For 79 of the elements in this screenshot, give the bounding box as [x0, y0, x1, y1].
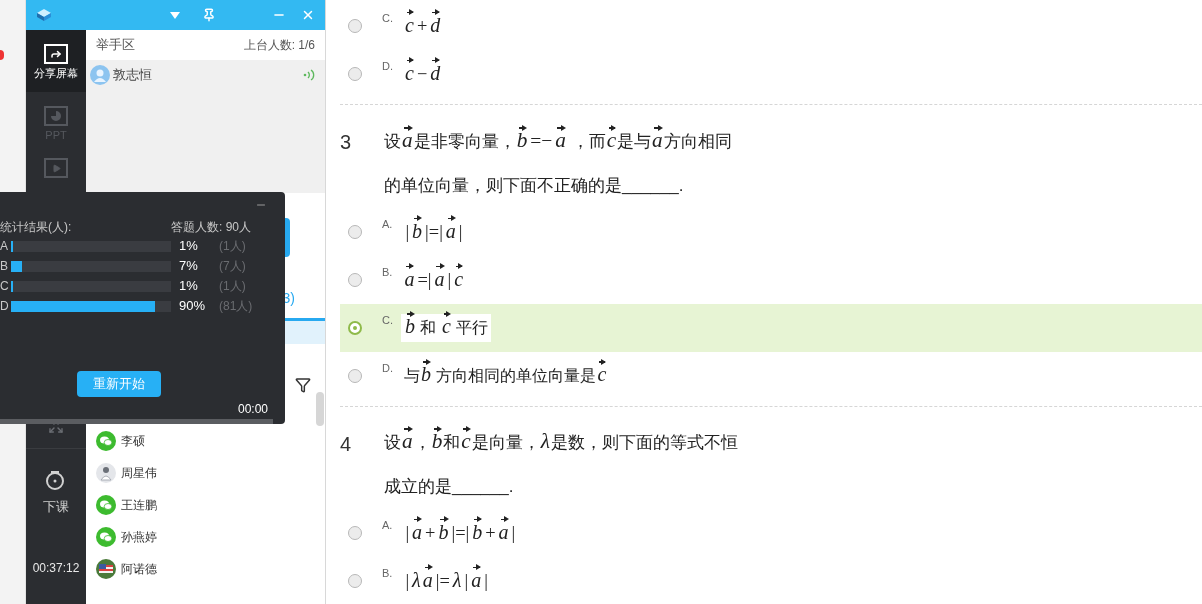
answer-option[interactable]: B. |λa|=λ|a| [340, 557, 1202, 604]
slides-icon [44, 105, 68, 126]
end-class-button[interactable]: 下课 [43, 469, 69, 517]
result-count: (7人) [219, 258, 246, 275]
question-number: 3 [340, 130, 353, 155]
option-formula: a=|a|c [400, 265, 468, 295]
dropdown-caret-icon[interactable] [170, 11, 180, 19]
answer-option[interactable]: D. c−d [340, 50, 1202, 98]
close-icon[interactable] [301, 8, 315, 22]
video-icon[interactable] [44, 158, 68, 178]
option-letter: A. [382, 217, 393, 232]
user-avatar-icon [90, 65, 110, 85]
option-formula: |a+b|=|b+a| [400, 518, 521, 548]
chat-app-avatar-icon [96, 431, 116, 451]
stats-title: 统计结果(人): [0, 219, 72, 236]
option-formula: c−d [401, 59, 445, 89]
option-label: D [0, 298, 10, 315]
result-count: (1人) [219, 278, 246, 295]
audio-signal-icon [303, 69, 315, 81]
question-text: 设a是非零向量，b=−a ，而c是与a方向相同 的单位向量，则下面不正确的是______. [384, 119, 844, 208]
answer-option[interactable]: D. 与b 方向相同的单位向量是c [340, 352, 1202, 400]
answer-option[interactable]: A. |a+b|=|b+a| [340, 509, 1202, 557]
answer-option[interactable]: B. a=|a|c [340, 256, 1202, 304]
participant-row[interactable]: 孙燕婷 [96, 521, 325, 553]
result-count: (1人) [219, 238, 246, 255]
option-formula: b 和 c 平行 [401, 314, 492, 342]
participant-row[interactable]: 王连鹏 [96, 489, 325, 521]
app-logo-icon [36, 8, 52, 22]
stage-count: 上台人数: 1/6 [243, 37, 315, 54]
radio-button[interactable] [348, 19, 362, 33]
radio-button[interactable] [348, 67, 362, 81]
filter-icon[interactable] [295, 376, 311, 393]
share-icon [44, 43, 68, 64]
option-letter: B. [382, 566, 393, 581]
participant-row[interactable]: 阿诺德 [96, 553, 325, 585]
flag-avatar-icon [96, 559, 116, 579]
question-number: 4 [340, 432, 353, 457]
option-label: A [0, 238, 9, 255]
radio-button[interactable] [348, 321, 362, 335]
option-label: B [0, 258, 9, 275]
participant-row[interactable]: 周星伟 [96, 457, 325, 489]
participant-row[interactable]: 李硕 [96, 425, 325, 457]
radio-button[interactable] [348, 526, 362, 540]
class-timer: 00:37:12 [32, 559, 80, 577]
result-percent: 90% [179, 297, 207, 316]
option-letter: B. [382, 265, 393, 280]
option-letter: C. [382, 313, 393, 328]
radio-button[interactable] [348, 574, 362, 588]
result-percent: 7% [179, 257, 199, 276]
answer-count: 答题人数: 90人 [171, 219, 251, 236]
person-avatar-icon [96, 463, 116, 483]
answer-option[interactable]: A. |b|=|a| [340, 208, 1202, 256]
option-formula: c+d [401, 11, 445, 41]
result-percent: 1% [179, 277, 199, 296]
result-percent: 1% [179, 237, 199, 256]
option-formula: |λa|=λ|a| [400, 566, 493, 596]
radio-button[interactable] [348, 369, 362, 383]
result-count: (81人) [219, 298, 253, 315]
option-label: C [0, 278, 10, 295]
option-formula: |b|=|a| [400, 217, 468, 247]
scrollbar[interactable] [316, 392, 324, 426]
sidebar-item[interactable]: 分享屏幕 [26, 30, 86, 92]
radio-button[interactable] [348, 225, 362, 239]
option-formula: 与b 方向相同的单位向量是c [401, 362, 611, 390]
hand-raise-title: 举手区 [96, 36, 135, 55]
popup-timer: 00:00 [237, 401, 268, 417]
question-text: 设a，b和c是向量，λ是数，则下面的等式不恒 成立的是______. [384, 421, 844, 509]
option-letter: A. [382, 518, 393, 533]
option-letter: C. [382, 11, 393, 26]
chat-app-avatar-icon [96, 495, 116, 515]
user-name: 敦志恒 [113, 66, 152, 85]
pin-icon[interactable] [202, 8, 216, 22]
answer-option[interactable]: C. b 和 c 平行 [340, 304, 1202, 352]
bell-icon [45, 469, 67, 491]
option-letter: D. [382, 361, 393, 376]
chat-app-avatar-icon [96, 527, 116, 547]
option-letter: D. [382, 59, 393, 74]
radio-button[interactable] [348, 273, 362, 287]
answer-option[interactable]: C. c+d [340, 2, 1202, 50]
